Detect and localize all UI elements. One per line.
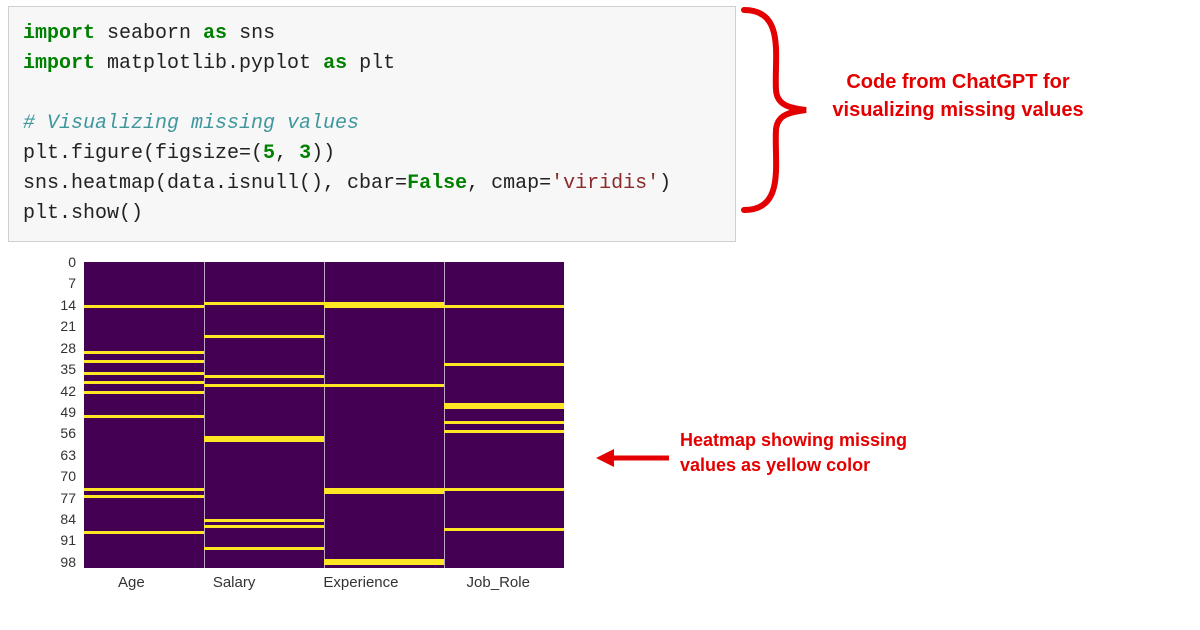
code-text: as xyxy=(323,52,347,75)
code-text: plt.figure(figsize=( xyxy=(23,142,263,165)
y-tick-label: 49 xyxy=(46,404,76,420)
missing-cell xyxy=(204,525,324,528)
y-tick-label: 14 xyxy=(46,297,76,313)
brace-icon xyxy=(736,0,826,222)
x-tick-label: Job_Role xyxy=(467,574,530,591)
missing-cell xyxy=(204,384,324,387)
missing-cell xyxy=(204,335,324,338)
y-tick-label: 84 xyxy=(46,511,76,527)
code-text: False xyxy=(407,172,467,195)
y-tick-label: 35 xyxy=(46,361,76,377)
missing-cell xyxy=(84,488,204,491)
missing-cell xyxy=(324,384,444,387)
code-comment: # Visualizing missing values xyxy=(23,112,359,135)
missing-cell xyxy=(444,528,564,531)
missing-cell xyxy=(84,381,204,384)
code-text: )) xyxy=(311,142,335,165)
missing-cell xyxy=(84,360,204,363)
missing-cell xyxy=(204,436,324,442)
y-tick-label: 56 xyxy=(46,425,76,441)
code-text: seaborn xyxy=(95,22,203,45)
annotation-code: Code from ChatGPT for visualizing missin… xyxy=(818,68,1098,124)
missing-cell xyxy=(84,495,204,498)
missing-cell xyxy=(324,488,444,494)
missing-cell xyxy=(204,375,324,378)
x-tick-label: Experience xyxy=(323,574,398,591)
missing-cell xyxy=(84,372,204,375)
y-tick-label: 0 xyxy=(46,254,76,270)
arrow-icon xyxy=(596,446,671,470)
y-tick-label: 70 xyxy=(46,468,76,484)
y-tick-label: 21 xyxy=(46,318,76,334)
code-text: , cmap= xyxy=(467,172,551,195)
code-text: 5 xyxy=(263,142,275,165)
code-text: plt xyxy=(347,52,395,75)
missing-cell xyxy=(324,559,444,565)
missing-cell xyxy=(204,519,324,522)
missing-cell xyxy=(204,547,324,550)
missing-cell xyxy=(84,351,204,354)
missing-cell xyxy=(84,531,204,534)
missing-cell xyxy=(444,430,564,433)
y-tick-label: 63 xyxy=(46,447,76,463)
code-text: import xyxy=(23,52,95,75)
code-text: sns.heatmap(data.isnull(), cbar= xyxy=(23,172,407,195)
code-text: sns xyxy=(227,22,275,45)
heatmap-plot-area: 0714212835424956637077849198 xyxy=(84,262,564,568)
col-sep xyxy=(444,262,445,568)
col-sep xyxy=(204,262,205,568)
code-text: 3 xyxy=(299,142,311,165)
code-text: ) xyxy=(659,172,671,195)
y-tick-label: 7 xyxy=(46,275,76,291)
code-text: as xyxy=(203,22,227,45)
y-tick-label: 42 xyxy=(46,383,76,399)
missing-cell xyxy=(444,421,564,424)
missing-cell xyxy=(444,305,564,308)
code-text: import xyxy=(23,22,95,45)
missing-cell xyxy=(84,391,204,394)
missing-cell xyxy=(444,363,564,366)
x-tick-label: Salary xyxy=(213,574,256,591)
y-tick-label: 28 xyxy=(46,340,76,356)
missing-cell xyxy=(444,403,564,409)
missing-cell xyxy=(84,305,204,308)
col-sep xyxy=(324,262,325,568)
missing-cell xyxy=(84,415,204,418)
x-axis: Age Salary Experience Job_Role xyxy=(84,568,564,591)
x-tick-label: Age xyxy=(118,574,145,591)
code-text: matplotlib.pyplot xyxy=(95,52,323,75)
code-text: 'viridis' xyxy=(551,172,659,195)
code-text: plt.show() xyxy=(23,202,143,225)
heatmap-chart: 0714212835424956637077849198 Age Salary Ex… xyxy=(56,262,576,591)
y-tick-label: 77 xyxy=(46,490,76,506)
y-tick-label: 91 xyxy=(46,532,76,548)
missing-cell xyxy=(204,302,324,305)
missing-cell xyxy=(324,302,444,308)
annotation-heatmap: Heatmap showing missing values as yellow… xyxy=(680,428,910,478)
code-text: , xyxy=(275,142,299,165)
code-block: import seaborn as sns import matplotlib.… xyxy=(8,6,736,242)
y-tick-label: 98 xyxy=(46,554,76,570)
missing-cell xyxy=(444,488,564,491)
